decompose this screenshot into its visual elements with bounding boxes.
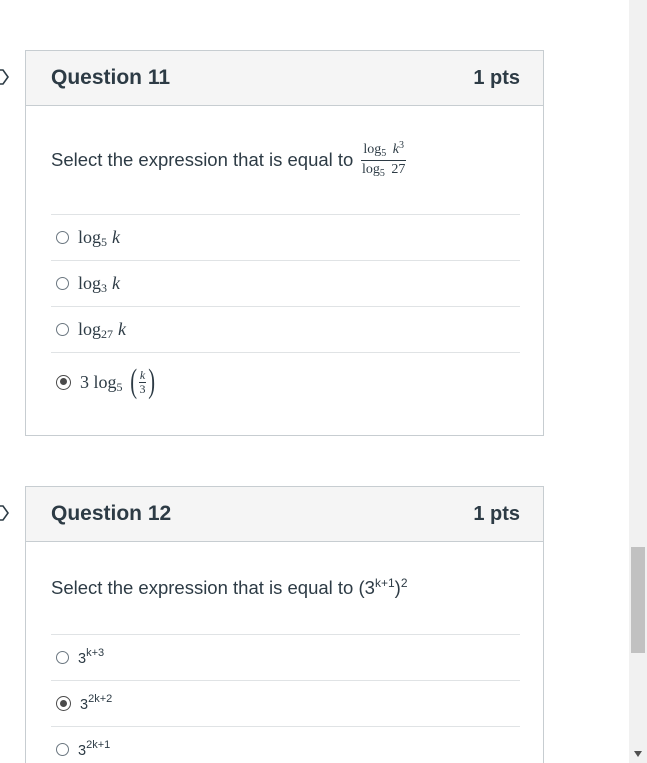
answer-math: log 27 k: [78, 319, 127, 341]
scrollbar-thumb[interactable]: [631, 547, 645, 653]
radio-icon[interactable]: [56, 231, 69, 244]
chevron-down-icon[interactable]: [634, 751, 642, 757]
answer-option[interactable]: 32k+1: [51, 726, 520, 763]
prompt-fraction: log5 k3 log5 27: [361, 139, 406, 179]
question-card-12: Question 12 1 pts Select the expression …: [25, 486, 544, 763]
answer-text: 32k+2: [80, 693, 113, 713]
answer-option[interactable]: 32k+2: [51, 680, 520, 726]
answer-option[interactable]: 3 log 5 ( k3 ): [51, 352, 520, 411]
radio-icon[interactable]: [56, 374, 71, 390]
bookmark-icon[interactable]: [0, 505, 10, 521]
answer-list: 3k+3 32k+2 32k+1: [51, 634, 520, 763]
radio-icon[interactable]: [56, 277, 69, 290]
radio-icon[interactable]: [56, 651, 69, 664]
question-points: 1 pts: [473, 502, 520, 525]
question-prompt: Select the expression that is equal to (…: [51, 542, 520, 634]
answer-math: log 5 k: [78, 227, 121, 249]
answer-list: log 5 k log 3 k log 27 k 3 log 5 ( k3 ): [51, 214, 520, 411]
question-card-11: Question 11 1 pts Select the expression …: [25, 50, 544, 436]
answer-option[interactable]: log 27 k: [51, 306, 520, 352]
question-header: Question 11 1 pts: [26, 51, 543, 106]
question-points: 1 pts: [473, 66, 520, 89]
answer-text: 3k+3: [78, 647, 105, 667]
answer-text: 32k+1: [78, 739, 111, 759]
question-body: Select the expression that is equal to l…: [26, 106, 543, 411]
quiz-page: Question 11 1 pts Select the expression …: [0, 0, 647, 763]
bookmark-icon[interactable]: [0, 69, 10, 85]
answer-option[interactable]: 3k+3: [51, 634, 520, 680]
radio-icon[interactable]: [56, 323, 69, 336]
prompt-text: Select the expression that is equal to (…: [51, 576, 408, 599]
question-body: Select the expression that is equal to (…: [26, 542, 543, 763]
answer-option[interactable]: log 5 k: [51, 214, 520, 260]
question-title: Question 12: [51, 502, 172, 525]
radio-icon[interactable]: [56, 696, 71, 711]
answer-math: 3 log 5 ( k3 ): [80, 363, 156, 400]
prompt-text: Select the expression that is equal to: [51, 149, 354, 170]
answer-math: log 3 k: [78, 273, 121, 295]
radio-icon[interactable]: [56, 743, 69, 756]
answer-option[interactable]: log 3 k: [51, 260, 520, 306]
question-header: Question 12 1 pts: [26, 487, 543, 542]
vertical-scrollbar[interactable]: [629, 0, 647, 763]
question-title: Question 11: [51, 66, 171, 89]
question-prompt: Select the expression that is equal to l…: [51, 106, 520, 214]
